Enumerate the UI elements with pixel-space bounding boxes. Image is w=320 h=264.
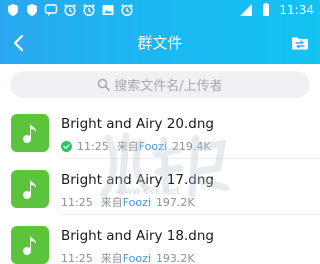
search-area: 搜索文件名/上传者 xyxy=(0,64,320,104)
alarm-icon xyxy=(83,4,95,17)
from-label: 来自 xyxy=(100,252,123,264)
page-title: 群文件 xyxy=(137,34,183,52)
file-time: 11:25 xyxy=(61,251,93,264)
file-row[interactable]: Bright and Airy 17.dng 11:25 来自 Foozi 19… xyxy=(0,160,320,215)
file-name: Bright and Airy 17.dng xyxy=(61,172,214,188)
alarm-icon xyxy=(64,4,76,17)
music-note-icon xyxy=(23,124,36,143)
file-time: 11:25 xyxy=(61,195,93,209)
system-indicators: 11:34 xyxy=(239,3,314,17)
uploader-link[interactable]: Foozi xyxy=(139,140,167,153)
audio-file-icon xyxy=(11,114,49,152)
alarm-icon xyxy=(121,4,133,17)
downloaded-check-icon xyxy=(61,140,72,152)
status-bar: 11:34 xyxy=(0,0,320,22)
divider xyxy=(61,158,320,159)
music-note-icon xyxy=(23,180,36,199)
file-meta: 11:25 来自 Foozi 219.4K xyxy=(61,138,211,154)
shield-icon xyxy=(27,4,37,16)
notification-icons xyxy=(6,3,134,17)
folder-swap-icon xyxy=(292,37,308,50)
file-name: Bright and Airy 20.dng xyxy=(61,116,214,132)
audio-file-icon xyxy=(11,226,49,264)
uploader-link[interactable]: Foozi xyxy=(123,252,151,264)
divider xyxy=(61,214,320,215)
search-icon xyxy=(98,78,111,91)
image-icon xyxy=(102,5,114,15)
file-name: Bright and Airy 18.dng xyxy=(61,228,214,244)
file-size: 197.2K xyxy=(155,195,195,209)
file-list: Bright and Airy 20.dng 11:25 来自 Foozi 21… xyxy=(0,104,320,264)
chat-bubble-icon xyxy=(44,4,58,16)
from-label: 来自 xyxy=(100,196,123,209)
file-time: 11:25 xyxy=(77,139,109,153)
file-row[interactable]: Bright and Airy 20.dng 11:25 来自 Foozi 21… xyxy=(0,104,320,159)
search-input[interactable]: 搜索文件名/上传者 xyxy=(10,71,310,98)
music-note-icon xyxy=(23,236,36,255)
file-meta: 11:25 来自 Foozi 193.2K xyxy=(61,250,195,264)
search-placeholder: 搜索文件名/上传者 xyxy=(114,79,223,94)
audio-file-icon xyxy=(11,170,49,208)
file-size: 219.4K xyxy=(171,139,211,153)
app-header: 11:34 群文件 xyxy=(0,0,320,64)
battery-icon xyxy=(263,3,270,16)
nav-bar: 群文件 xyxy=(0,22,320,64)
file-meta: 11:25 来自 Foozi 197.2K xyxy=(61,194,195,210)
from-label: 来自 xyxy=(116,140,139,153)
file-row[interactable]: Bright and Airy 18.dng 11:25 来自 Foozi 19… xyxy=(0,216,320,264)
signal-icon xyxy=(240,4,253,16)
folder-switch-button[interactable] xyxy=(288,31,312,55)
clock: 11:34 xyxy=(279,3,314,17)
file-size: 193.2K xyxy=(155,251,195,264)
uploader-link[interactable]: Foozi xyxy=(123,196,151,209)
shield-icon xyxy=(8,4,18,16)
